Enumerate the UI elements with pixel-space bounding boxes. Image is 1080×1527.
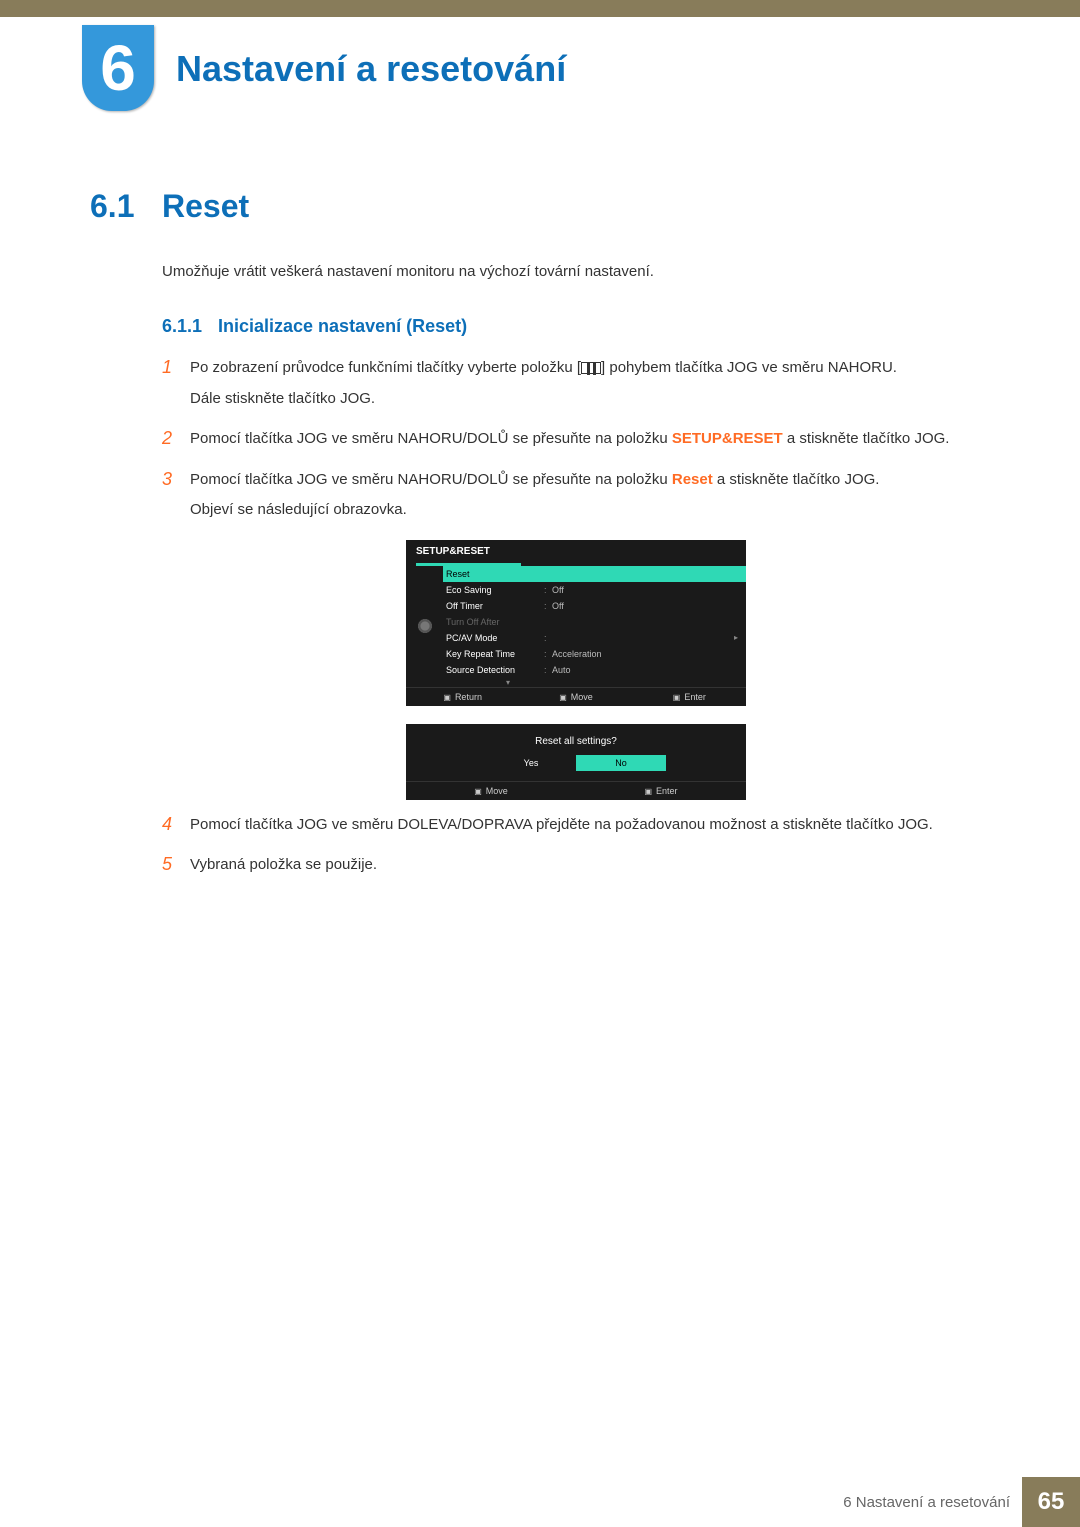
step-4: 4 Pomocí tlačítka JOG ve směru DOLEVA/DO… <box>162 814 990 837</box>
chevron-down-icon: ▾ <box>444 678 746 687</box>
osd-sidebar <box>406 566 444 687</box>
step-number: 5 <box>162 854 190 877</box>
menu-icon <box>581 362 601 374</box>
section-heading: 6.1 Reset <box>90 188 990 225</box>
step-body: Pomocí tlačítka JOG ve směru DOLEVA/DOPR… <box>190 814 933 837</box>
subsection-heading: 6.1.1 Inicializace nastavení (Reset) <box>162 316 990 337</box>
osd-title: SETUP&RESET <box>406 540 746 563</box>
header-band <box>0 0 1080 17</box>
osd-move-button: Move <box>519 688 632 706</box>
chapter-title: Nastavení a resetování <box>176 48 566 90</box>
step-number: 1 <box>162 357 190 410</box>
step-body: Vybraná položka se použije. <box>190 854 377 877</box>
step-body: Pomocí tlačítka JOG ve směru NAHORU/DOLŮ… <box>190 469 879 522</box>
step-number: 2 <box>162 428 190 451</box>
osd-enter-button: Enter <box>633 688 746 706</box>
step-5: 5 Vybraná položka se použije. <box>162 854 990 877</box>
osd-menu: SETUP&RESET Reset Eco Saving : <box>406 540 746 706</box>
footer-chapter-ref: 6 Nastavení a resetování <box>843 1494 1010 1511</box>
content: 6.1 Reset Umožňuje vrátit veškerá nastav… <box>90 188 990 895</box>
osd-confirm-footer: Move Enter <box>406 781 746 800</box>
step-2: 2 Pomocí tlačítka JOG ve směru NAHORU/DO… <box>162 428 990 451</box>
osd-yes-button: Yes <box>486 755 576 771</box>
step-1: 1 Po zobrazení průvodce funkčními tlačít… <box>162 357 990 410</box>
osd-footer: Return Move Enter <box>406 687 746 706</box>
step-3: 3 Pomocí tlačítka JOG ve směru NAHORU/DO… <box>162 469 990 522</box>
osd-enter-button: Enter <box>576 782 746 800</box>
section-title: Reset <box>162 188 249 225</box>
step-body: Po zobrazení průvodce funkčními tlačítky… <box>190 357 897 410</box>
step-body: Pomocí tlačítka JOG ve směru NAHORU/DOLŮ… <box>190 428 949 451</box>
osd-row-reset: Reset <box>443 566 746 582</box>
gear-icon <box>416 617 434 635</box>
subsection-number: 6.1.1 <box>162 316 218 337</box>
section-number: 6.1 <box>90 188 162 225</box>
keyword-setup-reset: SETUP&RESET <box>672 430 783 447</box>
page-footer: 6 Nastavení a resetování 65 <box>0 1477 1080 1527</box>
step-number: 3 <box>162 469 190 522</box>
keyword-reset: Reset <box>672 471 713 488</box>
step-number: 4 <box>162 814 190 837</box>
osd-row-eco: Eco Saving : Off <box>444 582 746 598</box>
osd-move-button: Move <box>406 782 576 800</box>
osd-row-keyrep: Key Repeat Time : Acceleration <box>444 646 746 662</box>
chevron-right-icon: ▸ <box>734 633 738 642</box>
osd-confirm: Reset all settings? Yes No Move Enter <box>406 724 746 800</box>
osd-return-button: Return <box>406 688 519 706</box>
osd-screenshots: SETUP&RESET Reset Eco Saving : <box>162 540 990 800</box>
page-number: 65 <box>1022 1477 1080 1527</box>
subsection-title: Inicializace nastavení (Reset) <box>218 316 467 337</box>
steps-list: 1 Po zobrazení průvodce funkčními tlačít… <box>162 357 990 877</box>
chapter-badge: 6 <box>82 25 154 111</box>
section-intro: Umožňuje vrátit veškerá nastavení monito… <box>162 263 990 280</box>
osd-row-pcav: PC/AV Mode : ▸ <box>444 630 746 646</box>
chapter-number: 6 <box>100 31 136 105</box>
osd-row-offtimer: Off Timer : Off <box>444 598 746 614</box>
osd-row-srcdet: Source Detection : Auto <box>444 662 746 678</box>
osd-confirm-question: Reset all settings? <box>406 724 746 755</box>
osd-no-button: No <box>576 755 666 771</box>
osd-row-turnoff: Turn Off After <box>444 614 746 630</box>
